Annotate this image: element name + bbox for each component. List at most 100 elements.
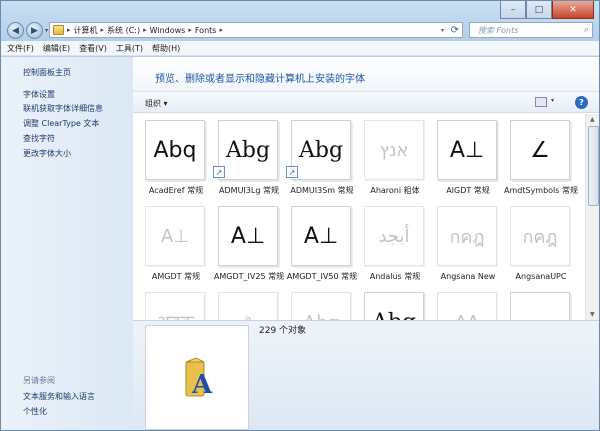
details-pane: A 229 个对象: [133, 320, 599, 430]
personalization-link[interactable]: 个性化: [23, 406, 47, 417]
search-input[interactable]: 搜索 Fonts ⌕: [469, 22, 593, 38]
close-button[interactable]: ✕: [552, 1, 594, 19]
see-also-header: 另请参阅: [23, 376, 55, 385]
control-panel-home-link[interactable]: 控制面板主页: [23, 67, 71, 78]
font-preview-card: ᵃ: [218, 292, 278, 320]
menu-file[interactable]: 文件(F): [7, 43, 34, 54]
font-settings-link[interactable]: 字体设置: [23, 89, 55, 100]
breadcrumb-computer[interactable]: 计算机: [74, 25, 98, 36]
font-sample-glyph: A∆: [455, 312, 479, 321]
view-icon[interactable]: [535, 97, 547, 107]
font-sample-glyph: Abg: [372, 310, 416, 321]
font-name-label: AMGDT_IV50 常规: [286, 272, 358, 281]
recent-pages-dropdown[interactable]: ▾: [45, 27, 48, 34]
navigation-buttons: ◀ ▶ ▾: [7, 22, 51, 39]
search-icon[interactable]: ⌕: [584, 25, 589, 35]
object-count: 229 个对象: [259, 326, 307, 336]
breadcrumb-system-drive[interactable]: 系统 (C:): [107, 25, 140, 36]
minimize-button[interactable]: –: [500, 1, 526, 19]
task-pane: 控制面板主页 字体设置 联机获取字体详细信息 调整 ClearType 文本 查…: [1, 57, 133, 430]
font-sample-glyph: Abq: [153, 137, 197, 163]
font-sample-glyph: ᵃ: [244, 312, 251, 321]
menu-tools[interactable]: 工具(T): [116, 43, 143, 54]
font-sample-glyph: Abg: [303, 312, 339, 321]
font-sample-glyph: Abg: [298, 137, 344, 163]
font-name-label: ADMUI3Sm 常规: [290, 186, 354, 195]
window-controls: – □ ✕: [500, 1, 594, 19]
font-sample-glyph: אנץ: [379, 139, 409, 161]
font-sample-glyph: A⊥: [449, 137, 485, 163]
font-preview-card: अबक: [145, 292, 205, 320]
font-preview-card: A⊥: [145, 206, 205, 266]
scroll-up-icon[interactable]: ▲: [590, 116, 595, 123]
back-button[interactable]: ◀: [7, 22, 24, 39]
header-banner: 预览、删除或者显示和隐藏计算机上安装的字体: [133, 57, 599, 91]
organize-button[interactable]: 组织 ▾: [145, 98, 168, 109]
view-dropdown-icon[interactable]: ▾: [551, 97, 554, 104]
font-sample-glyph: अबक: [156, 310, 194, 320]
font-preview-card: -.-: [510, 292, 570, 320]
font-grid: Abq AcadEref 常规 Abg ↗ ADMUI3Lg 常规 Abg ↗ ADMUI3S…: [133, 114, 585, 320]
menu-view[interactable]: 查看(V): [79, 43, 107, 54]
get-font-info-online-link[interactable]: 联机获取字体详细信息: [23, 103, 103, 114]
font-name-label: AmdtSymbols 常规: [504, 186, 578, 195]
refresh-icon[interactable]: ⟳: [451, 25, 459, 36]
forward-button[interactable]: ▶: [26, 22, 43, 39]
scroll-down-icon[interactable]: ▼: [590, 311, 595, 318]
text-services-link[interactable]: 文本服务和输入语言: [23, 391, 95, 402]
folder-preview: A: [145, 325, 249, 430]
breadcrumb-separator[interactable]: ▸: [143, 26, 147, 34]
menu-help[interactable]: 帮助(H): [152, 43, 180, 54]
breadcrumb-separator[interactable]: ▸: [101, 26, 105, 34]
font-preview-card: Abg: [364, 292, 424, 320]
font-preview-card: Abq: [145, 120, 205, 180]
change-font-size-link[interactable]: 更改字体大小: [23, 148, 71, 159]
page-title: 预览、删除或者显示和隐藏计算机上安装的字体: [155, 74, 365, 85]
breadcrumb-fonts[interactable]: Fonts: [195, 26, 217, 35]
address-bar[interactable]: ▸ 计算机 ▸ 系统 (C:) ▸ Windows ▸ Fonts ▸ ▾ ⟳: [49, 22, 463, 38]
adjust-cleartype-link[interactable]: 调整 ClearType 文本: [23, 118, 99, 129]
font-sample-glyph: A⊥: [161, 225, 189, 247]
title-bar: – □ ✕ ◀ ▶ ▾ ▸ 计算机 ▸ 系统 (C:) ▸ Windows ▸ …: [1, 1, 599, 39]
font-sample-glyph: กคฎ: [522, 226, 558, 248]
vertical-scrollbar[interactable]: ▲ ▼: [585, 114, 599, 320]
menu-edit[interactable]: 编辑(E): [43, 43, 70, 54]
font-sample-glyph: أبجد: [378, 225, 410, 247]
maximize-button[interactable]: □: [526, 1, 552, 19]
font-name-label: AMGDT_IV25 常规: [213, 272, 285, 281]
font-sample-glyph: -.-: [529, 310, 552, 321]
address-dropdown-icon[interactable]: ▾: [441, 27, 444, 34]
font-preview-card: A∆: [437, 292, 497, 320]
font-name-label: ADMUI3Lg 常规: [219, 186, 279, 195]
font-preview-card: ∠: [510, 120, 570, 180]
main-pane: 预览、删除或者显示和隐藏计算机上安装的字体 组织 ▾ ▾ ? Abq AcadEr…: [133, 57, 599, 430]
font-sample-glyph: A⊥: [230, 223, 266, 249]
breadcrumb-windows[interactable]: Windows: [150, 26, 186, 35]
font-name-label: Andalus 常规: [369, 272, 421, 281]
font-preview-card: אנץ: [364, 120, 424, 180]
fonts-folder-icon: A: [185, 357, 213, 400]
breadcrumb-separator[interactable]: ▸: [219, 26, 223, 34]
find-character-link[interactable]: 查找字符: [23, 133, 55, 144]
font-name-label: AcadEref 常规: [148, 186, 204, 195]
font-preview-card: A⊥: [291, 206, 351, 266]
svg-text:A: A: [191, 370, 213, 400]
command-bar: 组织 ▾ ▾ ?: [133, 91, 599, 113]
font-preview-card: Abg: [291, 120, 351, 180]
scroll-thumb[interactable]: [588, 126, 599, 206]
help-icon[interactable]: ?: [575, 96, 588, 109]
breadcrumb-separator[interactable]: ▸: [188, 26, 192, 34]
font-name-label: AngsanaUPC: [515, 272, 567, 281]
font-name-label: Angsana New: [440, 272, 496, 281]
font-sample-glyph: กคฎ: [449, 226, 485, 248]
font-sample-glyph: A⊥: [303, 223, 339, 249]
font-preview-card: A⊥: [437, 120, 497, 180]
folder-icon: [53, 25, 64, 35]
font-name-label: AMGDT 常规: [151, 272, 201, 281]
menu-bar: 文件(F) 编辑(E) 查看(V) 工具(T) 帮助(H): [1, 41, 599, 56]
font-preview-card: Abg: [291, 292, 351, 320]
font-preview-card: กคฎ: [437, 206, 497, 266]
font-name-label: AIGDT 常规: [446, 186, 490, 195]
shortcut-arrow-icon: ↗: [213, 166, 225, 178]
breadcrumb-separator[interactable]: ▸: [67, 26, 71, 34]
